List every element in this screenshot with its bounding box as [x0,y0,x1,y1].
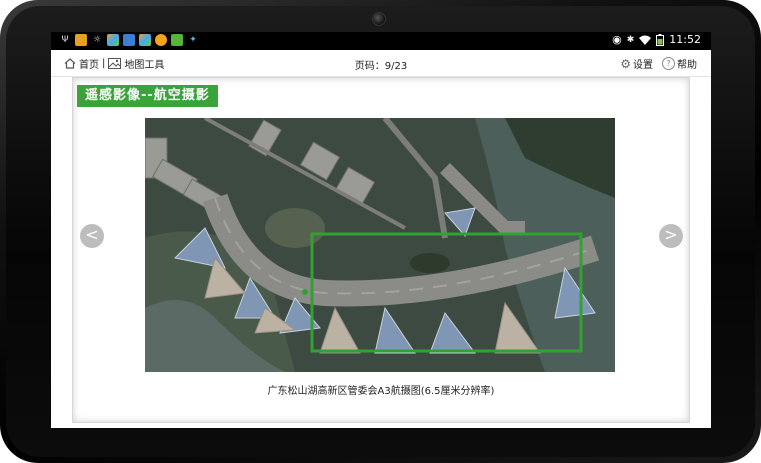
app-icon [171,34,183,46]
tablet-frame: Ψ ☼ ✦ ◉ ✱ 11:52 首页 | 地图工具 页码：9/23 ⚙ 设置 ?… [0,0,761,463]
prev-page-button[interactable]: < [80,224,104,248]
gear-icon: ⚙ [620,56,631,71]
app-navbar: 首页 | 地图工具 页码：9/23 ⚙ 设置 ? 帮助 [51,50,711,77]
battery-icon [656,33,665,46]
system-icons: ◉ ✱ 11:52 [612,33,701,46]
help-label: 帮助 [677,60,697,71]
app-icon [123,34,135,46]
eye-icon: ◉ [612,33,622,46]
app-icon [107,34,119,46]
nfc-icon: ✱ [626,34,635,45]
wifi-icon [639,35,652,45]
status-bar: Ψ ☼ ✦ ◉ ✱ 11:52 [51,32,711,50]
usb-icon: Ψ [61,35,69,45]
brightness-icon: ☼ [92,35,102,45]
settings-button[interactable]: ⚙ 设置 [620,56,653,72]
settings-label: 设置 [633,60,653,71]
content-panel: 遥感影像--航空摄影 < > 广东松山湖高新区管委会A3航摄图(6.5厘米分辨率… [73,78,689,422]
app-icon [75,34,87,46]
next-page-button[interactable]: > [659,224,683,248]
page-indicator: 页码：9/23 [354,61,408,72]
aerial-photo [145,118,615,372]
aerial-photo-drawing [145,118,615,372]
notification-icons: Ψ ☼ ✦ [59,34,199,46]
help-icon: ? [662,57,675,70]
screen: Ψ ☼ ✦ ◉ ✱ 11:52 首页 | 地图工具 页码：9/23 ⚙ 设置 ?… [51,32,711,428]
front-camera [372,12,386,26]
help-button[interactable]: ? 帮助 [662,56,697,71]
app-icon: ✦ [189,35,197,45]
nav-right: ⚙ 设置 ? 帮助 [620,56,697,72]
weather-icon [155,34,167,46]
content-title: 遥感影像--航空摄影 [77,85,218,107]
photo-caption: 广东松山湖高新区管委会A3航摄图(6.5厘米分辨率) [267,386,495,397]
app-icon [139,34,151,46]
clock: 11:52 [669,33,701,46]
